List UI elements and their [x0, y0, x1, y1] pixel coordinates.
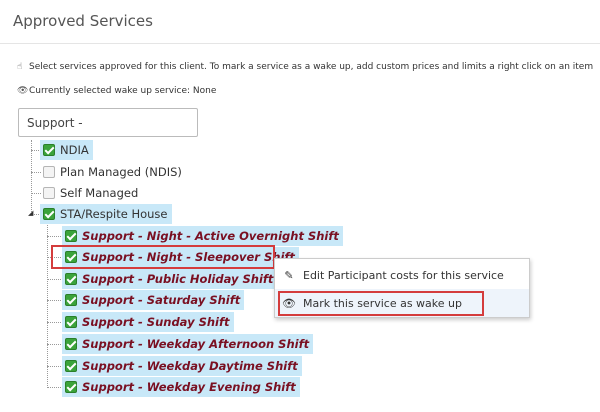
tree-connector: [47, 236, 61, 237]
tree-connector: [47, 322, 61, 323]
instructions-text: Select services approved for this client…: [29, 62, 594, 72]
tree-node-label: Support - Weekday Daytime Shift: [82, 359, 298, 373]
tree-node-label: Support - Public Holiday Shift: [82, 272, 274, 286]
checkbox-checked[interactable]: [65, 360, 77, 372]
pointer-hand-icon: ☝: [17, 62, 23, 72]
menu-item-edit-costs[interactable]: ✎ Edit Participant costs for this servic…: [275, 261, 529, 289]
tree-connector: [47, 344, 61, 345]
checkbox-checked[interactable]: [65, 316, 77, 328]
tree-node-label: Support - Weekday Afternoon Shift: [82, 337, 310, 351]
checkbox-checked[interactable]: [43, 144, 55, 156]
tree-node-self-managed[interactable]: Self Managed: [40, 183, 142, 203]
checkbox-checked[interactable]: [65, 381, 77, 393]
tree-node-service[interactable]: Support - Night - Active Overnight Shift: [62, 226, 343, 246]
tree-node-label: Self Managed: [60, 186, 139, 200]
checkbox-checked[interactable]: [65, 273, 77, 285]
highlight-box: [278, 291, 484, 316]
checkbox-checked[interactable]: [65, 338, 77, 350]
checkbox-checked[interactable]: [43, 208, 55, 220]
tree-connector: [47, 279, 61, 280]
collapse-triangle-icon[interactable]: ◢: [28, 210, 35, 217]
tree-node-service[interactable]: Support - Public Holiday Shift: [62, 269, 278, 289]
section-header: Approved Services: [0, 0, 600, 44]
service-search-input[interactable]: Support -: [18, 108, 198, 137]
service-search-value: Support -: [27, 116, 83, 130]
tree-connector: [47, 366, 61, 367]
tree-connector: [47, 300, 61, 301]
tree-connector: [47, 222, 48, 388]
tree-node-service[interactable]: Support - Sunday Shift: [62, 312, 234, 332]
pencil-icon: ✎: [284, 268, 294, 282]
menu-item-label: Edit Participant costs for this service: [303, 268, 504, 282]
tree-node-label: Support - Weekday Evening Shift: [82, 380, 296, 394]
instructions-line: ☝ Select services approved for this clien…: [17, 62, 593, 72]
eye-icon: 👁: [17, 86, 29, 96]
wake-up-status: 👁Currently selected wake up service: Non…: [17, 86, 216, 96]
checkbox-checked[interactable]: [65, 230, 77, 242]
page-title: Approved Services: [13, 12, 153, 30]
highlight-box: [51, 245, 275, 269]
tree-node-service[interactable]: Support - Weekday Afternoon Shift: [62, 334, 314, 354]
tree-node-ndia[interactable]: NDIA: [40, 140, 93, 160]
checkbox-unchecked[interactable]: [43, 166, 55, 178]
tree-node-label: Plan Managed (NDIS): [60, 165, 182, 179]
tree-node-label: Support - Saturday Shift: [82, 293, 241, 307]
tree-connector: [47, 387, 61, 388]
tree-connector: [31, 140, 32, 214]
tree-node-service[interactable]: Support - Saturday Shift: [62, 290, 245, 310]
tree-node-plan-managed[interactable]: Plan Managed (NDIS): [40, 162, 186, 182]
checkbox-unchecked[interactable]: [43, 187, 55, 199]
wake-up-status-text: Currently selected wake up service: None: [29, 86, 217, 96]
tree-node-label: Support - Night - Active Overnight Shift: [82, 229, 339, 243]
tree-node-service[interactable]: Support - Weekday Daytime Shift: [62, 356, 302, 376]
tree-node-sta-respite-house[interactable]: STA/Respite House: [40, 204, 172, 224]
tree-node-service[interactable]: Support - Weekday Evening Shift: [62, 377, 300, 397]
tree-node-label: STA/Respite House: [60, 207, 168, 221]
tree-node-label: Support - Sunday Shift: [82, 315, 230, 329]
tree-node-label: NDIA: [60, 143, 89, 157]
checkbox-checked[interactable]: [65, 294, 77, 306]
